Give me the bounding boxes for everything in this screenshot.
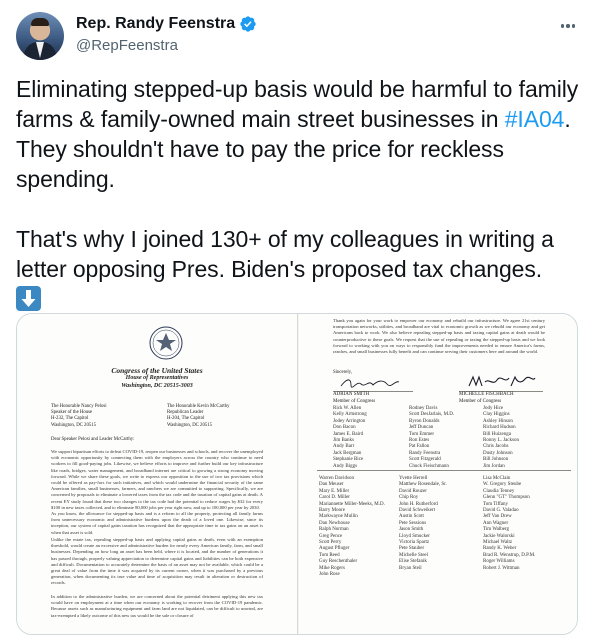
cosigner-column: Rodney Davis Scott DesJarlais, M.D. Byron … — [409, 406, 454, 470]
tweet-paragraph-2: That's why I joined 130+ of my colleague… — [16, 224, 582, 314]
tweet-header: Rep. Randy Feenstra @RepFeenstra — [16, 12, 578, 62]
cosigner-name: Glenn "GT" Thompson — [483, 495, 530, 501]
handle[interactable]: @RepFeenstra — [76, 37, 178, 54]
more-options-icon[interactable] — [558, 16, 578, 36]
letter-page-1: Congress of the United States House of R… — [17, 314, 298, 634]
cosigner-name: John Rose — [319, 572, 340, 578]
cosigner-name: Robert J. Wittman — [483, 565, 520, 571]
page-divider — [317, 470, 571, 471]
hashtag-link[interactable]: #IA04 — [505, 106, 565, 132]
cosigner-name: Matthew Rosendale, Sr. — [399, 482, 447, 488]
letterhead-title: Congress of the United States — [111, 366, 203, 375]
down-arrow-icon — [16, 286, 41, 311]
congress-seal-icon — [149, 326, 183, 360]
letterhead-city: Washington, DC 20515-3003 — [121, 383, 193, 389]
letter-body-paragraph: In addition to the administrative burden… — [51, 594, 263, 618]
cosigner-column: Lisa McClain W. Gregory Steube Claudia Ten… — [483, 476, 535, 572]
letter-closing-paragraph: Thank you again for your work to empower… — [333, 318, 545, 355]
cosigner-column: Rick W. Allen Kelly Armstrong Jodey Arring… — [333, 406, 367, 470]
cosigner-name: Richard Hudson — [483, 425, 516, 431]
avatar[interactable] — [16, 12, 64, 60]
cosigner-column: Warren Davidson Dan Meuser Mary E. Miller C… — [319, 476, 385, 579]
cosigner-name: Stephanie Bice — [333, 457, 364, 463]
signer-fischbach: MICHELLE FISCHBACH Member of Congress — [459, 392, 514, 404]
attached-letter-image[interactable]: Congress of the United States House of R… — [16, 313, 578, 635]
cosigner-name: Kelly Armstrong — [333, 412, 367, 418]
recipient-mccarthy: The Honorable Kevin McCarthy Republican L… — [167, 404, 230, 428]
tweet-text: Eliminating stepped-up basis would be ha… — [16, 74, 582, 314]
cosigner-name: Scott DesJarlais, M.D. — [409, 412, 455, 418]
letter-page-2: Thank you again for your work to empower… — [299, 314, 577, 634]
signature-adrian-smith — [340, 379, 400, 388]
display-name[interactable]: Rep. Randy Feenstra — [76, 15, 235, 33]
signer-smith: ADRIAN SMITH Member of Congress — [333, 392, 376, 404]
tweet-text-segment: Eliminating stepped-up basis would be ha… — [16, 76, 579, 132]
verified-badge-icon — [240, 16, 256, 32]
cosigner-column: Yvette Herrell Matthew Rosendale, Sr. Davi… — [399, 476, 447, 572]
letter-body-paragraph: As you know, the allowance for stepped-u… — [51, 511, 263, 535]
letterhead-house: House of Representatives — [125, 375, 189, 381]
tweet-text-segment: That's why I joined 130+ of my colleague… — [16, 226, 554, 282]
tweet-paragraph-1: Eliminating stepped-up basis would be ha… — [16, 74, 582, 194]
cosigner-column: Jody Hice Clay Higgins Ashley Hinson Richar… — [483, 406, 519, 470]
author-name-row[interactable]: Rep. Randy Feenstra — [76, 15, 257, 33]
salutation: Dear Speaker Pelosi and Leader McCarthy: — [51, 437, 135, 442]
signature-michelle-fischbach — [468, 375, 536, 387]
letter-body-paragraph: Unlike the estate tax, repealing stepped… — [51, 537, 263, 586]
letter-body-paragraph: We support bipartisan efforts to defeat … — [51, 449, 263, 510]
cosigner-name: Bryan Steil — [399, 565, 422, 571]
recipient-pelosi: The Honorable Nancy Pelosi Speaker of the… — [51, 404, 107, 428]
